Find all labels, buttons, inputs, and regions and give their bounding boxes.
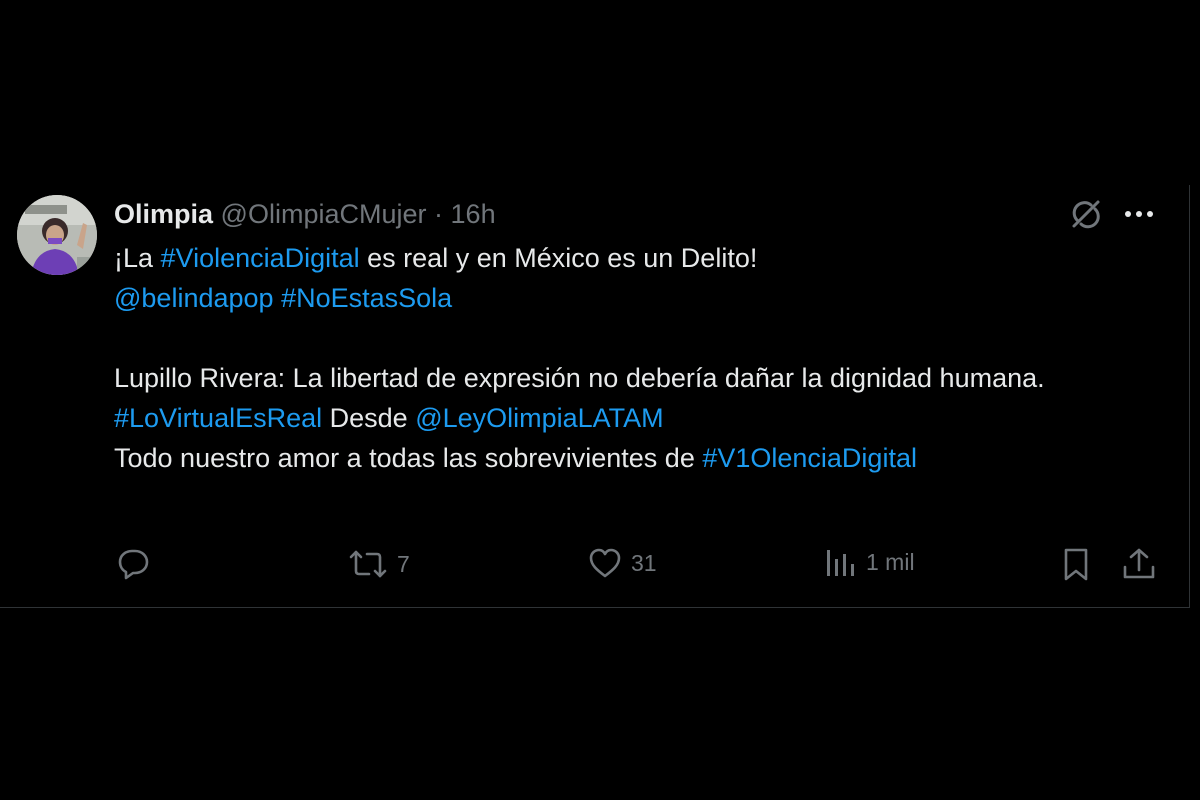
tweet-line-5: Todo nuestro amor a todas las sobrevivie… bbox=[114, 438, 1114, 478]
reply-icon bbox=[114, 545, 152, 583]
repost-icon bbox=[347, 545, 389, 583]
hashtag-link[interactable]: #ViolenciaDigital bbox=[161, 243, 360, 273]
separator-dot: · bbox=[434, 199, 444, 229]
author-handle[interactable]: @OlimpiaCMujer bbox=[221, 199, 427, 229]
bookmark-button[interactable] bbox=[1059, 545, 1093, 583]
timestamp[interactable]: 16h bbox=[451, 199, 496, 229]
bookmark-icon bbox=[1059, 545, 1093, 583]
header-actions bbox=[1069, 197, 1155, 231]
mention-link[interactable]: @belindapop bbox=[114, 283, 274, 313]
share-icon bbox=[1120, 545, 1158, 583]
views-count: 1 mil bbox=[866, 548, 915, 575]
text-segment bbox=[274, 283, 282, 313]
hashtag-link[interactable]: #NoEstasSola bbox=[281, 283, 452, 313]
action-bar: 7 31 1 mil bbox=[114, 545, 1160, 585]
repost-count: 7 bbox=[397, 550, 410, 577]
tweet-line-2: @belindapop #NoEstasSola bbox=[114, 278, 1114, 318]
tweet-card[interactable]: Olimpia @OlimpiaCMujer · 16h ¡La #Violen… bbox=[0, 185, 1190, 608]
hashtag-link[interactable]: #V1OlenciaDigital bbox=[702, 443, 917, 473]
text-segment: Desde bbox=[322, 403, 416, 433]
text-segment: ¡La bbox=[114, 243, 161, 273]
tweet-line-1: ¡La #ViolenciaDigital es real y en Méxic… bbox=[114, 238, 1114, 278]
more-icon[interactable] bbox=[1123, 209, 1155, 219]
tweet-header: Olimpia @OlimpiaCMujer · 16h bbox=[114, 198, 496, 230]
text-segment: es real y en México es un Delito! bbox=[359, 243, 758, 273]
mention-link[interactable]: @LeyOlimpiaLATAM bbox=[415, 403, 663, 433]
author-name[interactable]: Olimpia bbox=[114, 199, 213, 229]
hashtag-link[interactable]: #LoVirtualEsReal bbox=[114, 403, 322, 433]
tweet-line-3: Lupillo Rivera: La libertad de expresión… bbox=[114, 358, 1114, 398]
reply-button[interactable] bbox=[114, 545, 152, 583]
tweet-line-4: #LoVirtualEsReal Desde @LeyOlimpiaLATAM bbox=[114, 398, 1114, 438]
grok-icon[interactable] bbox=[1069, 197, 1103, 231]
views-button[interactable]: 1 mil bbox=[824, 545, 915, 579]
like-button[interactable]: 31 bbox=[587, 545, 657, 581]
heart-icon bbox=[587, 545, 623, 581]
avatar[interactable] bbox=[17, 195, 97, 275]
text-segment: Todo nuestro amor a todas las sobrevivie… bbox=[114, 443, 703, 473]
text-segment: Lupillo Rivera: La libertad de expresión… bbox=[114, 363, 1045, 393]
views-icon bbox=[824, 545, 858, 579]
like-count: 31 bbox=[631, 549, 657, 576]
tweet-text: ¡La #ViolenciaDigital es real y en Méxic… bbox=[114, 238, 1114, 478]
share-button[interactable] bbox=[1120, 545, 1158, 583]
repost-button[interactable]: 7 bbox=[347, 545, 410, 583]
